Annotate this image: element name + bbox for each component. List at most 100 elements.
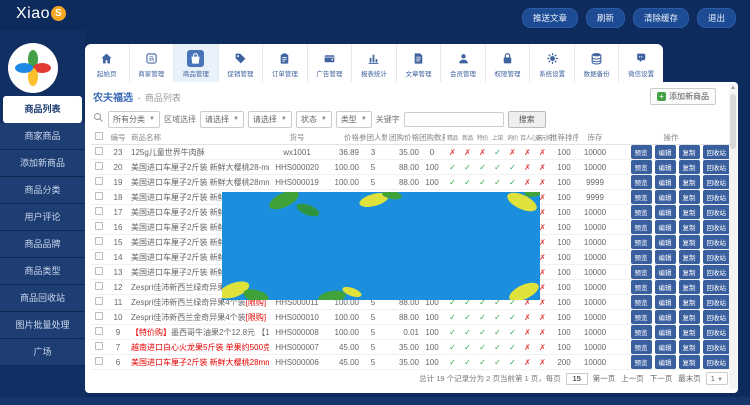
sidebar-item-goods-category[interactable]: 商品分类 xyxy=(0,177,85,204)
per-page-input[interactable] xyxy=(566,373,588,385)
copy-button[interactable]: 复制 xyxy=(679,310,700,324)
goods-name[interactable]: 美国进口车厘子2斤装 新鲜大樱桃28mm[限购] xyxy=(129,357,269,368)
recycle-button[interactable]: 回收站 xyxy=(703,235,731,249)
sidebar-item-goods-recycle[interactable]: 商品回收站 xyxy=(0,285,85,312)
preview-button[interactable]: 预览 xyxy=(631,220,652,234)
sidebar-item-user-comments[interactable]: 用户评论 xyxy=(0,204,85,231)
sidebar-item-plaza[interactable]: 广场 xyxy=(0,339,85,366)
tab-system[interactable]: 系统设置 xyxy=(529,44,574,82)
preview-button[interactable]: 预览 xyxy=(631,250,652,264)
preview-button[interactable]: 预览 xyxy=(631,160,652,174)
stock-value[interactable]: 10000 xyxy=(578,148,612,157)
tab-ad[interactable]: 广告管理 xyxy=(307,44,352,82)
status-select[interactable]: 状态▼ xyxy=(296,111,332,128)
recycle-button[interactable]: 回收站 xyxy=(703,295,731,309)
row-checkbox[interactable] xyxy=(91,312,107,322)
stock-value[interactable]: 10000 xyxy=(578,298,612,307)
page-link[interactable]: 第一页 xyxy=(593,373,616,384)
copy-button[interactable]: 复制 xyxy=(679,190,700,204)
preview-button[interactable]: 预览 xyxy=(631,145,652,159)
edit-button[interactable]: 编辑 xyxy=(655,310,676,324)
row-checkbox[interactable] xyxy=(91,177,107,187)
tab-backup[interactable]: 数据备份 xyxy=(574,44,619,82)
goods-name[interactable]: 125g儿童世界牛肉酥 xyxy=(129,147,269,158)
preview-button[interactable]: 预览 xyxy=(631,280,652,294)
recycle-button[interactable]: 回收站 xyxy=(703,250,731,264)
logout-button[interactable]: 退出 xyxy=(697,8,736,28)
goods-name[interactable]: 越南进口白心火龙果5斤装 单果约500克[限购] xyxy=(129,342,269,353)
breadcrumb-brand[interactable]: 农夫福选 xyxy=(93,93,133,104)
scroll-up-icon[interactable]: ▲ xyxy=(729,84,737,93)
tab-wechat[interactable]: 微信设置 xyxy=(618,44,663,82)
stock-value[interactable]: 10000 xyxy=(578,343,612,352)
sidebar-item-goods-type[interactable]: 商品类型 xyxy=(0,258,85,285)
edit-button[interactable]: 编辑 xyxy=(655,175,676,189)
row-checkbox[interactable] xyxy=(91,267,107,277)
recycle-button[interactable]: 回收站 xyxy=(703,310,731,324)
edit-button[interactable]: 编辑 xyxy=(655,280,676,294)
region-select-2[interactable]: 请选择▼ xyxy=(248,111,292,128)
push-article-button[interactable]: 推送文章 xyxy=(522,8,578,28)
stock-value[interactable]: 10000 xyxy=(578,358,612,367)
sort-value[interactable]: 100 xyxy=(550,193,578,202)
region-select-1[interactable]: 请选择▼ xyxy=(200,111,244,128)
sort-value[interactable]: 100 xyxy=(550,148,578,157)
stock-value[interactable]: 10000 xyxy=(578,268,612,277)
stock-value[interactable]: 10000 xyxy=(578,208,612,217)
tab-promotion[interactable]: 促销管理 xyxy=(218,44,263,82)
row-checkbox[interactable] xyxy=(91,207,107,217)
row-checkbox[interactable] xyxy=(91,357,107,367)
recycle-button[interactable]: 回收站 xyxy=(703,175,731,189)
stock-value[interactable]: 10000 xyxy=(578,283,612,292)
copy-button[interactable]: 复制 xyxy=(679,265,700,279)
tab-member[interactable]: 会员管理 xyxy=(440,44,485,82)
copy-button[interactable]: 复制 xyxy=(679,220,700,234)
row-checkbox[interactable] xyxy=(91,192,107,202)
copy-button[interactable]: 复制 xyxy=(679,160,700,174)
edit-button[interactable]: 编辑 xyxy=(655,145,676,159)
goods-name[interactable]: Zespri佳沛新西兰金奇异果4个装[限购] xyxy=(129,312,269,323)
preview-button[interactable]: 预览 xyxy=(631,355,652,369)
sidebar-item-merchant-goods[interactable]: 商家商品 xyxy=(0,123,85,150)
stock-value[interactable]: 10000 xyxy=(578,223,612,232)
preview-button[interactable]: 预览 xyxy=(631,295,652,309)
stock-value[interactable]: 9999 xyxy=(578,178,612,187)
clear-cache-button[interactable]: 清除缓存 xyxy=(633,8,689,28)
sort-value[interactable]: 100 xyxy=(550,328,578,337)
recycle-button[interactable]: 回收站 xyxy=(703,265,731,279)
tab-report[interactable]: 报表统计 xyxy=(351,44,396,82)
row-checkbox[interactable] xyxy=(91,147,107,157)
recycle-button[interactable]: 回收站 xyxy=(703,205,731,219)
sort-value[interactable]: 200 xyxy=(550,358,578,367)
copy-button[interactable]: 复制 xyxy=(679,325,700,339)
copy-button[interactable]: 复制 xyxy=(679,295,700,309)
search-button[interactable]: 搜索 xyxy=(508,111,546,128)
sort-value[interactable]: 100 xyxy=(550,208,578,217)
stock-value[interactable]: 10000 xyxy=(578,253,612,262)
refresh-button[interactable]: 刷新 xyxy=(586,8,625,28)
recycle-button[interactable]: 回收站 xyxy=(703,355,731,369)
edit-button[interactable]: 编辑 xyxy=(655,325,676,339)
edit-button[interactable]: 编辑 xyxy=(655,235,676,249)
edit-button[interactable]: 编辑 xyxy=(655,250,676,264)
tab-home[interactable]: 起始页 xyxy=(85,44,129,82)
stock-value[interactable]: 10000 xyxy=(578,163,612,172)
page-link[interactable]: 上一页 xyxy=(621,373,644,384)
sort-value[interactable]: 100 xyxy=(550,298,578,307)
preview-button[interactable]: 预览 xyxy=(631,310,652,324)
preview-button[interactable]: 预览 xyxy=(631,340,652,354)
preview-button[interactable]: 预览 xyxy=(631,190,652,204)
stock-value[interactable]: 10000 xyxy=(578,313,612,322)
copy-button[interactable]: 复制 xyxy=(679,280,700,294)
copy-button[interactable]: 复制 xyxy=(679,340,700,354)
row-checkbox[interactable] xyxy=(91,237,107,247)
sort-value[interactable]: 100 xyxy=(550,178,578,187)
recycle-button[interactable]: 回收站 xyxy=(703,220,731,234)
tab-goods[interactable]: 商品管理 xyxy=(173,44,218,82)
tab-merchant[interactable]: 商商家管理 xyxy=(129,44,174,82)
edit-button[interactable]: 编辑 xyxy=(655,190,676,204)
vertical-scrollbar[interactable]: ▲ xyxy=(729,84,737,389)
edit-button[interactable]: 编辑 xyxy=(655,340,676,354)
preview-button[interactable]: 预览 xyxy=(631,235,652,249)
select-all-checkbox[interactable] xyxy=(91,132,107,142)
